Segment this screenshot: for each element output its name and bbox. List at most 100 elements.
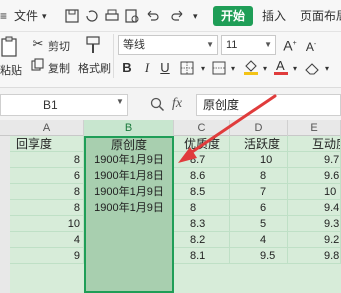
- cell-e1[interactable]: 互动度: [288, 136, 341, 152]
- name-box[interactable]: B1: [0, 94, 128, 116]
- paste-icon[interactable]: [0, 36, 20, 58]
- bold-icon[interactable]: B: [120, 60, 134, 76]
- cell-d2[interactable]: 10: [230, 152, 288, 168]
- cell-c2[interactable]: 8.7: [174, 152, 230, 168]
- cell-b6[interactable]: [86, 216, 172, 232]
- cell-d1[interactable]: 活跃度: [230, 136, 288, 152]
- undo-history-icon[interactable]: [84, 8, 100, 24]
- font-size-value: 11: [226, 39, 238, 51]
- cell-a4[interactable]: 8: [10, 184, 84, 200]
- cell-b4[interactable]: 1900年1月9日: [86, 184, 172, 200]
- cell-e2[interactable]: 9.7: [288, 152, 341, 168]
- format-painter-icon[interactable]: [84, 35, 102, 55]
- chevron-down-icon[interactable]: ▾: [42, 8, 47, 24]
- cell-c3[interactable]: 8.6: [174, 168, 230, 184]
- cell-d8[interactable]: 9.5: [230, 248, 288, 264]
- tab-page-layout[interactable]: 页面布局: [300, 8, 341, 24]
- scissors-icon[interactable]: ✂: [30, 36, 46, 52]
- print-icon[interactable]: [104, 8, 120, 24]
- cell-b1[interactable]: 原创度: [86, 137, 172, 153]
- menu-toggle-icon[interactable]: ≡: [0, 8, 7, 24]
- borders-icon[interactable]: [180, 61, 194, 75]
- cell-d3[interactable]: 8: [230, 168, 288, 184]
- underline-icon[interactable]: U: [158, 60, 172, 76]
- cell-e3[interactable]: 9.6: [288, 168, 341, 184]
- font-name-select[interactable]: 等线 ▼: [118, 35, 218, 55]
- column-header-e[interactable]: E: [288, 120, 341, 136]
- chevron-down-icon[interactable]: ▾: [198, 61, 208, 77]
- redo-icon[interactable]: [170, 8, 186, 24]
- column-header-d[interactable]: D: [230, 120, 288, 136]
- formula-bar: B1 ▼ fx 原创度: [0, 92, 341, 118]
- cell-c5[interactable]: 8: [174, 200, 230, 216]
- chevron-down-icon: ▼: [206, 40, 214, 49]
- undo-icon[interactable]: [144, 8, 160, 24]
- cell-b3[interactable]: 1900年1月8日: [86, 168, 172, 184]
- copy-button[interactable]: 复制: [48, 60, 70, 76]
- cell-c4[interactable]: 8.5: [174, 184, 230, 200]
- italic-icon[interactable]: I: [140, 60, 154, 76]
- formula-value: 原创度: [203, 98, 240, 112]
- column-header-c[interactable]: C: [174, 120, 230, 136]
- zoom-search-icon[interactable]: [150, 97, 165, 112]
- eraser-icon[interactable]: [304, 60, 320, 76]
- fx-icon[interactable]: fx: [172, 96, 182, 112]
- chevron-down-icon[interactable]: ▾: [322, 61, 332, 77]
- cell-a2[interactable]: 8: [10, 152, 84, 168]
- cell-a6[interactable]: 10: [10, 216, 84, 232]
- column-header-b[interactable]: B: [84, 120, 174, 136]
- cell-c6[interactable]: 8.3: [174, 216, 230, 232]
- format-painter-button[interactable]: 格式刷: [78, 60, 111, 76]
- paste-button[interactable]: 粘贴: [0, 62, 22, 78]
- cell-a8[interactable]: 9: [10, 248, 84, 264]
- column-header-row: A B C D E: [0, 120, 341, 136]
- tab-insert[interactable]: 插入: [262, 8, 286, 24]
- fill-color-icon[interactable]: [243, 58, 259, 76]
- cell-e4[interactable]: 10: [288, 184, 341, 200]
- cell-e6[interactable]: 9.3: [288, 216, 341, 232]
- file-menu[interactable]: 文件: [14, 8, 38, 24]
- menu-bar: ≡ 文件 ▾ ▾ 开始 插入 页面布局: [0, 0, 341, 32]
- font-size-select[interactable]: 11 ▼: [221, 35, 276, 55]
- chevron-down-icon[interactable]: ▼: [116, 97, 124, 106]
- cell-d7[interactable]: 4: [230, 232, 288, 248]
- column-header-a[interactable]: A: [10, 120, 84, 136]
- cell-b2[interactable]: 1900年1月9日: [86, 152, 172, 168]
- formula-input[interactable]: 原创度: [196, 94, 341, 116]
- chevron-down-icon[interactable]: ▾: [290, 61, 300, 77]
- ribbon-home: 粘贴 ✂ 剪切 复制 格式刷 等线 ▼ 11 ▼ A+ A- B I U ▾ ▾…: [0, 32, 341, 88]
- row-header-strip: [0, 136, 10, 293]
- cell-b5[interactable]: 1900年1月9日: [86, 200, 172, 216]
- merge-cells-icon[interactable]: [212, 61, 226, 75]
- chevron-down-icon[interactable]: ▾: [260, 61, 270, 77]
- cell-c8[interactable]: 8.1: [174, 248, 230, 264]
- cell-a1[interactable]: 回享度: [10, 136, 84, 152]
- cell-a3[interactable]: 6: [10, 168, 84, 184]
- cell-d4[interactable]: 7: [230, 184, 288, 200]
- cell-c7[interactable]: 8.2: [174, 232, 230, 248]
- decrease-font-icon[interactable]: A-: [303, 37, 319, 55]
- font-color-icon[interactable]: A: [273, 58, 289, 76]
- save-icon[interactable]: [64, 8, 80, 24]
- copy-icon[interactable]: [31, 58, 45, 72]
- cut-button[interactable]: 剪切: [48, 38, 70, 54]
- quick-access-dropdown-icon[interactable]: ▾: [193, 8, 198, 24]
- font-name-value: 等线: [123, 39, 145, 51]
- print-preview-icon[interactable]: [124, 8, 140, 24]
- chevron-down-icon[interactable]: ▾: [228, 61, 238, 77]
- cell-e5[interactable]: 9.4: [288, 200, 341, 216]
- chevron-down-icon: ▼: [264, 40, 272, 49]
- cell-b8[interactable]: [86, 248, 172, 264]
- cell-e7[interactable]: 9.2: [288, 232, 341, 248]
- cell-a5[interactable]: 8: [10, 200, 84, 216]
- cell-e8[interactable]: 9.8: [288, 248, 341, 264]
- tab-start[interactable]: 开始: [213, 6, 253, 26]
- cell-d5[interactable]: 6: [230, 200, 288, 216]
- increase-font-icon[interactable]: A+: [282, 36, 298, 54]
- spreadsheet-grid[interactable]: A B C D E 回享度 原创度 优质度 活跃度 互动度 81900年1月9日…: [0, 120, 341, 293]
- cell-b7[interactable]: [86, 232, 172, 248]
- cell-d6[interactable]: 5: [230, 216, 288, 232]
- cell-c1[interactable]: 优质度: [174, 136, 230, 152]
- cell-a7[interactable]: 4: [10, 232, 84, 248]
- cell-reference: B1: [43, 98, 58, 112]
